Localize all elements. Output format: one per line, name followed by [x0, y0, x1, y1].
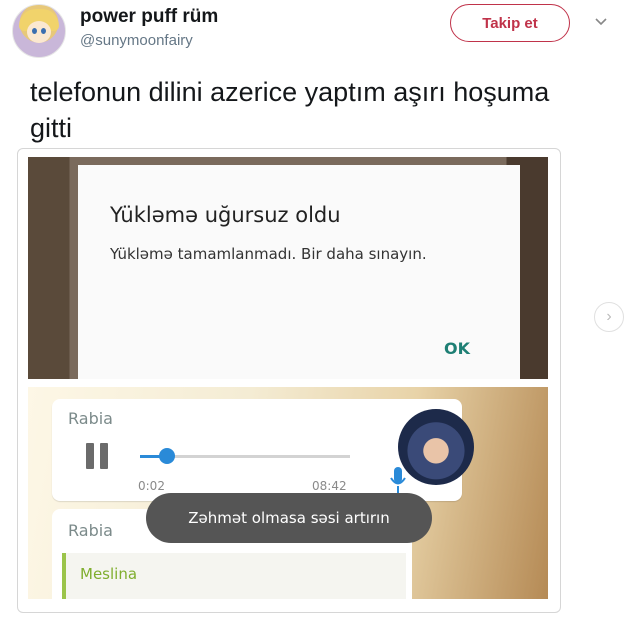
voice-avatar — [398, 409, 474, 485]
time-current: 0:02 — [138, 479, 165, 493]
audio-knob — [159, 448, 175, 464]
time-total: 08:42 — [312, 479, 347, 493]
chat-screenshot: Rabia 0:02 08:42 Rabia Meslina Zəhmət ol… — [28, 387, 548, 599]
pause-icon — [86, 443, 110, 469]
handle[interactable]: @sunymoonfairy — [80, 32, 193, 49]
voice-message-bubble: Rabia 0:02 08:42 — [52, 399, 474, 501]
display-name[interactable]: power puff rüm — [80, 6, 218, 28]
tweet-text: telefonun dilini azerice yaptım aşırı ho… — [30, 77, 550, 143]
dialog-title: Yükləmə uğursuz oldu — [110, 203, 341, 227]
avatar-eye — [32, 28, 37, 34]
sender-name: Rabia — [68, 521, 113, 540]
chevron-right-icon[interactable]: › — [594, 302, 624, 332]
avatar-face — [27, 21, 51, 43]
dialog-screenshot: Yükləmə uğursuz oldu Yükləmə tamamlanmad… — [28, 157, 548, 379]
avatar-eye — [41, 28, 46, 34]
error-dialog: Yükləmə uğursuz oldu Yükləmə tamamlanmad… — [78, 165, 520, 379]
mic-icon — [390, 467, 406, 493]
sender-name: Rabia — [68, 409, 113, 428]
follow-button[interactable]: Takip et — [450, 4, 570, 42]
quoted-message: Meslina — [62, 553, 406, 599]
quoted-name: Meslina — [80, 565, 138, 583]
chevron-down-icon[interactable] — [593, 14, 609, 30]
toast-message: Zəhmət olmasa səsi artırın — [146, 493, 432, 543]
tweet-media[interactable]: Yükləmə uğursuz oldu Yükləmə tamamlanmad… — [17, 148, 561, 613]
dialog-message: Yükləmə tamamlanmadı. Bir daha sınayın. — [110, 245, 427, 263]
dialog-ok-button: OK — [444, 339, 470, 358]
avatar[interactable] — [12, 4, 66, 58]
